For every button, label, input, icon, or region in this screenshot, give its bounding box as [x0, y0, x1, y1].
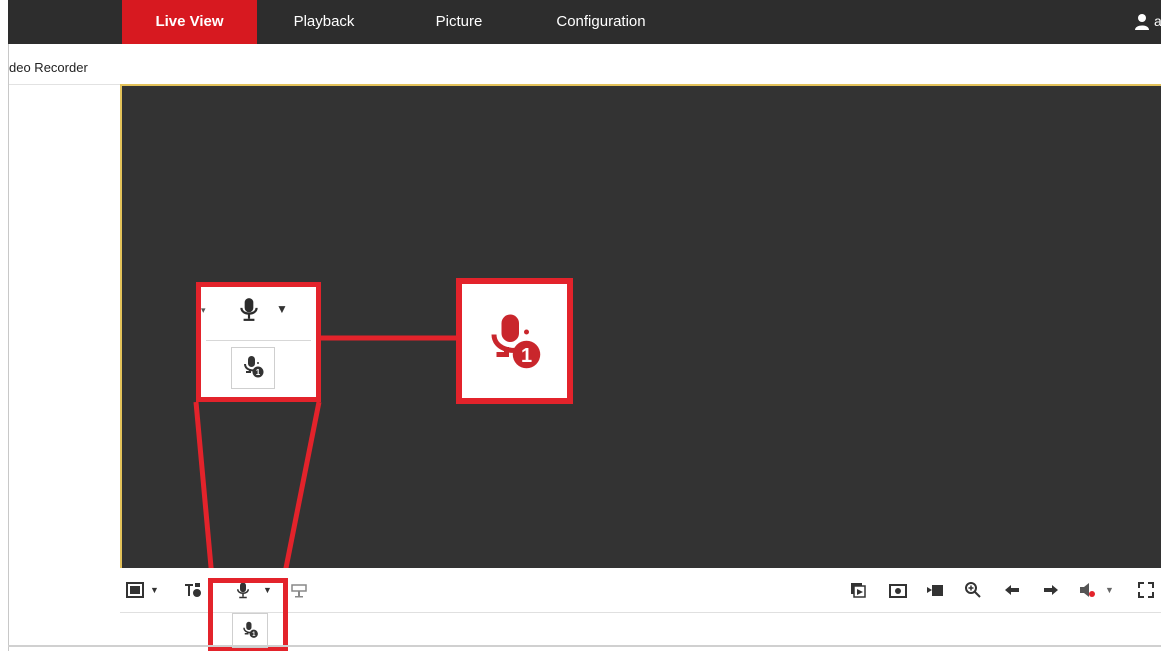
tab-playback[interactable]: Playback: [272, 0, 376, 44]
bottom-divider: [8, 645, 1161, 647]
audio-channel-popup: 1: [231, 347, 275, 389]
svg-text:1: 1: [256, 368, 261, 377]
dropdown-arrow-icon[interactable]: ▼: [276, 302, 288, 316]
dropdown-arrow-icon[interactable]: ▼: [150, 581, 168, 599]
microphone-icon[interactable]: [236, 295, 262, 323]
toolbar-highlight: 1: [208, 578, 288, 651]
dropdown-arrow-icon: ▾: [201, 305, 206, 315]
previous-page-icon[interactable]: [1003, 581, 1021, 599]
zoomed-icon-callout: 1: [456, 278, 573, 404]
tab-picture[interactable]: Picture: [416, 0, 502, 44]
toolbar-callout: ▾ ▼ 1: [196, 282, 321, 402]
start-all-live-icon[interactable]: [849, 581, 867, 599]
tab-configuration[interactable]: Configuration: [536, 0, 666, 44]
stream-select-icon[interactable]: [184, 581, 202, 599]
ptz-icon[interactable]: [290, 581, 308, 599]
two-way-audio-channel-1-icon: 1: [491, 314, 541, 369]
svg-text:1: 1: [521, 345, 532, 367]
tab-live-view[interactable]: Live View: [122, 0, 257, 44]
user-icon[interactable]: [1134, 13, 1150, 31]
record-icon[interactable]: [926, 581, 944, 599]
callout-divider: [206, 340, 311, 341]
top-nav-bar: Live View Playback Picture Configuration: [8, 0, 1161, 44]
window-layout-icon[interactable]: [126, 581, 144, 599]
two-way-audio-channel-1-icon[interactable]: 1: [241, 355, 265, 379]
audio-icon[interactable]: [1078, 581, 1096, 599]
frame-border: [8, 44, 9, 651]
two-way-audio-channel-1-icon[interactable]: 1: [241, 621, 259, 639]
digital-zoom-icon[interactable]: [964, 581, 982, 599]
capture-icon[interactable]: [889, 581, 907, 599]
dropdown-arrow-icon[interactable]: ▼: [1105, 581, 1123, 599]
sidebar-divider: [9, 84, 121, 85]
next-page-icon[interactable]: [1042, 581, 1060, 599]
device-title: deo Recorder: [9, 60, 88, 75]
username-label[interactable]: a: [1154, 13, 1161, 29]
audio-channel-popup-small: 1: [232, 613, 268, 648]
fullscreen-icon[interactable]: [1137, 581, 1155, 599]
